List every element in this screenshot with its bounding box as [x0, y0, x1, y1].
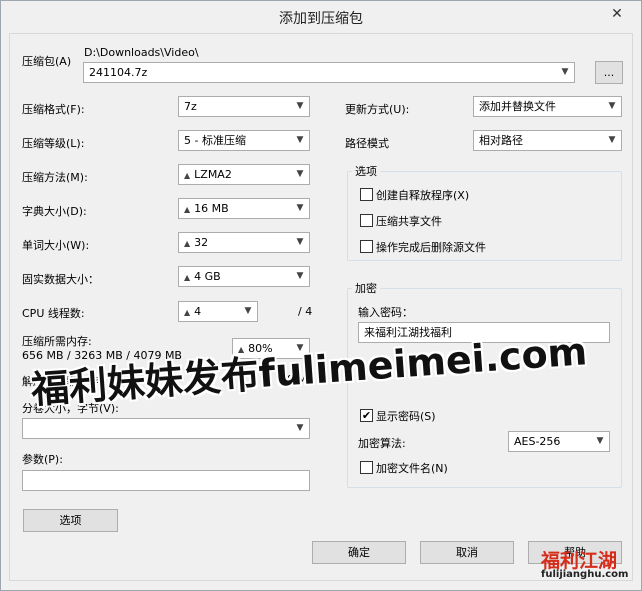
threads-select[interactable]: ▲ 4 ▼ — [178, 301, 258, 322]
mem-compress-label: 压缩所需内存: — [22, 335, 92, 348]
update-value: 添加并替换文件 — [479, 100, 556, 113]
encryption-method-select[interactable]: AES-256 ▼ — [508, 431, 610, 452]
encrypt-names-checkbox[interactable] — [360, 461, 373, 474]
spin-arrow-icon: ▲ — [184, 273, 191, 282]
encryption-group-title: 加密 — [352, 280, 380, 296]
create-sfx-checkbox[interactable] — [360, 188, 373, 201]
dropdown-arrow-icon: ▼ — [596, 436, 604, 446]
params-label: 参数(P): — [22, 453, 63, 466]
window-title: 添加到压缩包 — [279, 11, 363, 27]
dict-select[interactable]: ▲ 16 MB ▼ — [178, 198, 310, 219]
method-label: 压缩方法(M): — [22, 171, 88, 184]
title-bar: 添加到压缩包 ✕ — [1, 1, 641, 33]
compress-shared-checkbox[interactable] — [360, 214, 373, 227]
delete-after-checkbox[interactable] — [360, 240, 373, 253]
dropdown-arrow-icon: ▼ — [296, 203, 304, 213]
path-mode-label: 路径模式 — [345, 137, 389, 150]
spin-arrow-icon: ▲ — [184, 308, 191, 317]
params-input[interactable] — [22, 470, 310, 491]
update-label: 更新方式(U): — [345, 103, 410, 116]
dialog-body: 压缩包(A) D:\Downloads\Video\ 241104.7z ▼ .… — [9, 33, 633, 581]
archive-label: 压缩包(A) — [22, 55, 72, 68]
solid-value: 4 GB — [194, 270, 221, 283]
word-value: 32 — [194, 236, 209, 249]
encryption-method-label: 加密算法: — [358, 437, 406, 450]
encrypt-names-label: 加密文件名(N) — [376, 462, 448, 475]
encryption-method-value: AES-256 — [514, 435, 561, 448]
spin-arrow-icon: ▲ — [184, 171, 191, 180]
options-group-title: 选项 — [352, 163, 380, 179]
spin-arrow-icon: ▲ — [184, 239, 191, 248]
threads-value: 4 — [194, 305, 202, 318]
delete-after-label: 操作完成后删除源文件 — [376, 241, 486, 254]
site-logo: 福利江湖 fulijianghu.com — [531, 544, 635, 584]
dropdown-arrow-icon: ▼ — [296, 169, 304, 179]
threads-label: CPU 线程数: — [22, 307, 85, 320]
path-mode-value: 相对路径 — [479, 134, 523, 147]
archive-name-combo[interactable]: 241104.7z ▼ — [83, 62, 575, 83]
level-value: 5 - 标准压缩 — [184, 134, 246, 147]
dropdown-arrow-icon: ▼ — [296, 271, 304, 281]
dropdown-arrow-icon: ▼ — [608, 135, 616, 145]
logo-url: fulijianghu.com — [541, 569, 629, 580]
show-password-label: 显示密码(S) — [376, 410, 436, 423]
level-label: 压缩等级(L): — [22, 137, 85, 150]
format-label: 压缩格式(F): — [22, 103, 85, 116]
threads-total: / 4 — [298, 305, 313, 318]
format-value: 7z — [184, 100, 197, 113]
cancel-button[interactable]: 取消 — [420, 541, 514, 564]
create-sfx-label: 创建自释放程序(X) — [376, 189, 470, 202]
update-select[interactable]: 添加并替换文件 ▼ — [473, 96, 622, 117]
dropdown-arrow-icon: ▼ — [296, 135, 304, 145]
word-select[interactable]: ▲ 32 ▼ — [178, 232, 310, 253]
options-button[interactable]: 选项 — [23, 509, 118, 532]
browse-button[interactable]: ... — [595, 61, 623, 84]
format-select[interactable]: 7z ▼ — [178, 96, 310, 117]
password-label: 输入密码： — [358, 306, 413, 319]
dropdown-arrow-icon: ▼ — [244, 306, 252, 316]
close-button[interactable]: ✕ — [597, 2, 637, 26]
show-password-checkbox[interactable]: ✔ — [360, 409, 373, 422]
ok-button[interactable]: 确定 — [312, 541, 406, 564]
dict-value: 16 MB — [194, 202, 229, 215]
dict-label: 字典大小(D): — [22, 205, 87, 218]
compress-shared-label: 压缩共享文件 — [376, 215, 442, 228]
dropdown-arrow-icon: ▼ — [296, 101, 304, 111]
dropdown-arrow-icon: ▼ — [296, 237, 304, 247]
spin-arrow-icon: ▲ — [184, 205, 191, 214]
solid-select[interactable]: ▲ 4 GB ▼ — [178, 266, 310, 287]
solid-label: 固实数据大小： — [22, 273, 99, 286]
method-select[interactable]: ▲ LZMA2 ▼ — [178, 164, 310, 185]
method-value: LZMA2 — [194, 168, 232, 181]
checkmark-icon: ✔ — [361, 409, 372, 422]
dropdown-arrow-icon: ▼ — [561, 67, 569, 77]
word-label: 单词大小(W): — [22, 239, 90, 252]
archive-path: D:\Downloads\Video\ — [84, 46, 199, 59]
add-to-archive-window: 添加到压缩包 ✕ 压缩包(A) D:\Downloads\Video\ 2411… — [0, 0, 642, 591]
archive-name-value: 241104.7z — [89, 66, 148, 79]
level-select[interactable]: 5 - 标准压缩 ▼ — [178, 130, 310, 151]
path-mode-select[interactable]: 相对路径 ▼ — [473, 130, 622, 151]
dropdown-arrow-icon: ▼ — [608, 101, 616, 111]
dropdown-arrow-icon: ▼ — [296, 423, 304, 433]
split-select[interactable]: ▼ — [22, 418, 310, 439]
